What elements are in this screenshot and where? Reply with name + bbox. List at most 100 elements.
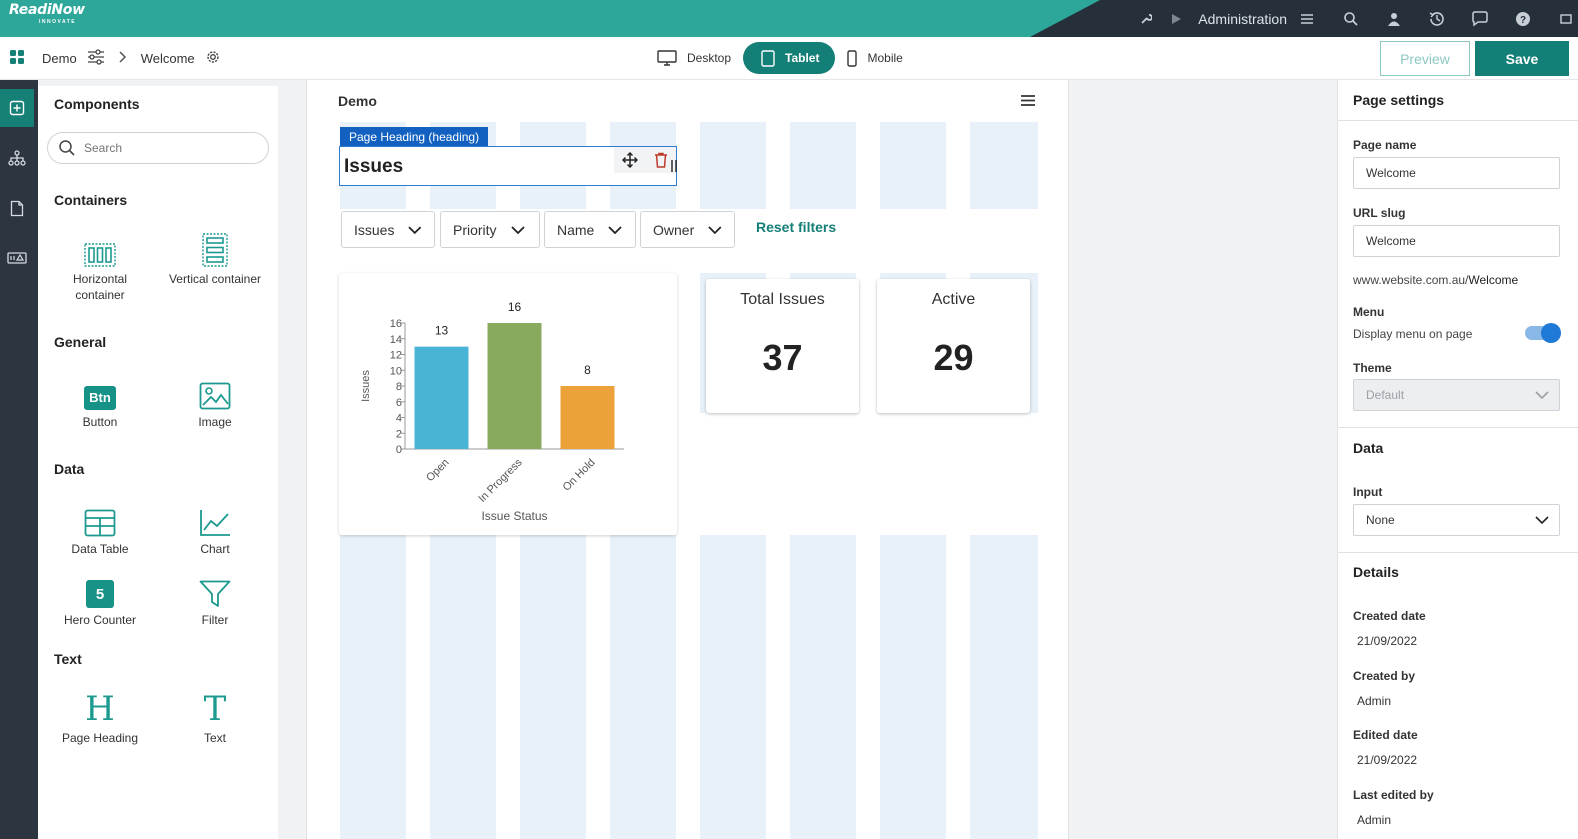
- url-prefix: www.website.com.au/: [1353, 273, 1469, 287]
- comment-icon[interactable]: [1468, 0, 1492, 37]
- y-tick-label: 4: [396, 413, 402, 425]
- breadcrumb: Demo Welcome: [10, 37, 231, 80]
- tile-hero-counter[interactable]: 5 Hero Counter: [50, 572, 150, 628]
- breadcrumb-page[interactable]: Welcome: [141, 51, 195, 66]
- history-icon[interactable]: [1425, 0, 1449, 37]
- filter-icon: [199, 580, 231, 607]
- builder-toolbar: Demo Welcome Desktop Tablet Mobile Previ…: [0, 37, 1578, 80]
- input-label: Input: [1353, 485, 1383, 499]
- tile-page-heading[interactable]: H Page Heading: [50, 690, 150, 746]
- vertical-container-icon: [202, 233, 228, 267]
- filter-name-dropdown[interactable]: Name: [544, 211, 636, 248]
- gear-icon[interactable]: [205, 49, 221, 68]
- y-tick-label: 8: [396, 381, 402, 393]
- tile-data-table[interactable]: Data Table: [50, 501, 150, 557]
- y-axis-title: Issues: [360, 370, 372, 402]
- brand-band: [0, 0, 1100, 37]
- display-menu-toggle[interactable]: [1525, 323, 1561, 343]
- add-component-icon[interactable]: [0, 89, 34, 127]
- preview-button[interactable]: Preview: [1380, 41, 1470, 76]
- tile-chart[interactable]: Chart: [165, 501, 265, 557]
- y-tick-label: 14: [390, 334, 402, 346]
- url-suffix: Welcome: [1468, 273, 1519, 287]
- tile-text[interactable]: T Text: [165, 690, 265, 746]
- page-heading-text[interactable]: Issues: [344, 156, 403, 178]
- y-tick-label: 16: [390, 318, 402, 330]
- theme-warning-icon[interactable]: [0, 239, 34, 277]
- help-icon[interactable]: ?: [1511, 0, 1535, 37]
- tile-horizontal-label: Horizontal container: [72, 272, 128, 302]
- line-chart-icon: [200, 510, 230, 536]
- user-icon[interactable]: [1382, 0, 1406, 37]
- search-icon[interactable]: [1339, 0, 1363, 37]
- apps-grid-icon[interactable]: [10, 50, 24, 67]
- canvas-menu-icon[interactable]: [1020, 94, 1036, 112]
- text-t-icon: T: [203, 689, 227, 729]
- theme-select[interactable]: Default: [1353, 379, 1560, 411]
- input-select[interactable]: None: [1353, 504, 1560, 536]
- filter-name-label: Name: [557, 221, 595, 238]
- image-icon: [199, 382, 231, 410]
- filter-owner-label: Owner: [653, 221, 695, 238]
- created-by-value: Admin: [1357, 694, 1392, 708]
- sitemap-icon[interactable]: [0, 139, 34, 177]
- page-name-field[interactable]: Welcome: [1353, 157, 1560, 189]
- bar-open: [414, 346, 469, 449]
- wrench-icon[interactable]: [1134, 0, 1158, 37]
- sliders-icon[interactable]: [87, 49, 105, 68]
- x-axis-title: Issue Status: [481, 509, 547, 523]
- device-desktop-button[interactable]: Desktop: [645, 42, 743, 74]
- page-name-value: Welcome: [1366, 166, 1416, 180]
- save-button[interactable]: Save: [1475, 41, 1569, 76]
- document-icon[interactable]: [0, 189, 34, 227]
- url-slug-field[interactable]: Welcome: [1353, 225, 1560, 257]
- bar-data-label: 13: [435, 324, 449, 338]
- filter-bar: Issues Priority Name Owner Reset filters: [340, 209, 1038, 273]
- display-menu-label: Display menu on page: [1353, 327, 1473, 341]
- tile-text-label: Text: [203, 731, 226, 745]
- search-icon: [59, 140, 75, 156]
- chevron-down-icon: [1535, 516, 1549, 524]
- trash-icon[interactable]: [654, 152, 668, 168]
- component-search-input[interactable]: [84, 141, 254, 155]
- hero-counter-active[interactable]: Active 29: [877, 279, 1030, 413]
- device-mobile-button[interactable]: Mobile: [835, 42, 914, 74]
- hamburger-icon[interactable]: [1295, 0, 1319, 37]
- chart-component[interactable]: 0 2 4 6 8 10 12 14 16 13 Open 16 In Progress 8 On Hold…: [339, 273, 677, 535]
- page-heading-component[interactable]: Issues: [339, 146, 677, 186]
- administration-menu-label[interactable]: Administration: [1198, 11, 1287, 27]
- tile-data-table-label: Data Table: [71, 542, 129, 556]
- tile-filter[interactable]: Filter: [165, 572, 265, 628]
- tile-horizontal-container[interactable]: Horizontal container: [50, 231, 150, 303]
- filter-owner-dropdown[interactable]: Owner: [640, 211, 735, 248]
- section-general: General: [54, 334, 107, 350]
- device-desktop-label: Desktop: [687, 51, 732, 65]
- brand-logo[interactable]: ReadiNow INNOVATE: [9, 1, 85, 25]
- x-tick-label: On Hold: [561, 457, 598, 494]
- y-tick-label: 6: [396, 397, 402, 409]
- tile-image[interactable]: Image: [165, 374, 265, 430]
- mobile-icon: [847, 49, 858, 67]
- fullscreen-icon[interactable]: [1554, 0, 1578, 37]
- counters-row-background: [699, 413, 1038, 535]
- counter-active-value: 29: [933, 337, 974, 378]
- y-tick-label: 10: [390, 365, 402, 377]
- breadcrumb-app[interactable]: Demo: [42, 51, 77, 66]
- tile-button[interactable]: Btn Button: [50, 374, 150, 430]
- play-icon[interactable]: [1164, 0, 1188, 37]
- filter-issues-dropdown[interactable]: Issues: [341, 211, 435, 248]
- device-tablet-button[interactable]: Tablet: [743, 42, 836, 74]
- hero-counter-icon: 5: [86, 580, 114, 608]
- move-icon[interactable]: [622, 152, 638, 168]
- tile-vertical-container[interactable]: Vertical container: [165, 231, 265, 287]
- chevron-down-icon: [1535, 391, 1549, 399]
- resize-handle-icon[interactable]: [671, 159, 677, 173]
- tile-filter-label: Filter: [201, 613, 229, 627]
- filter-priority-label: Priority: [453, 221, 497, 238]
- chevron-down-icon: [408, 225, 422, 234]
- chevron-down-icon: [510, 225, 525, 234]
- hero-counter-total[interactable]: Total Issues 37: [706, 279, 859, 413]
- url-slug-value: Welcome: [1366, 234, 1416, 248]
- filter-priority-dropdown[interactable]: Priority: [440, 211, 540, 248]
- reset-filters-link[interactable]: Reset filters: [756, 219, 836, 235]
